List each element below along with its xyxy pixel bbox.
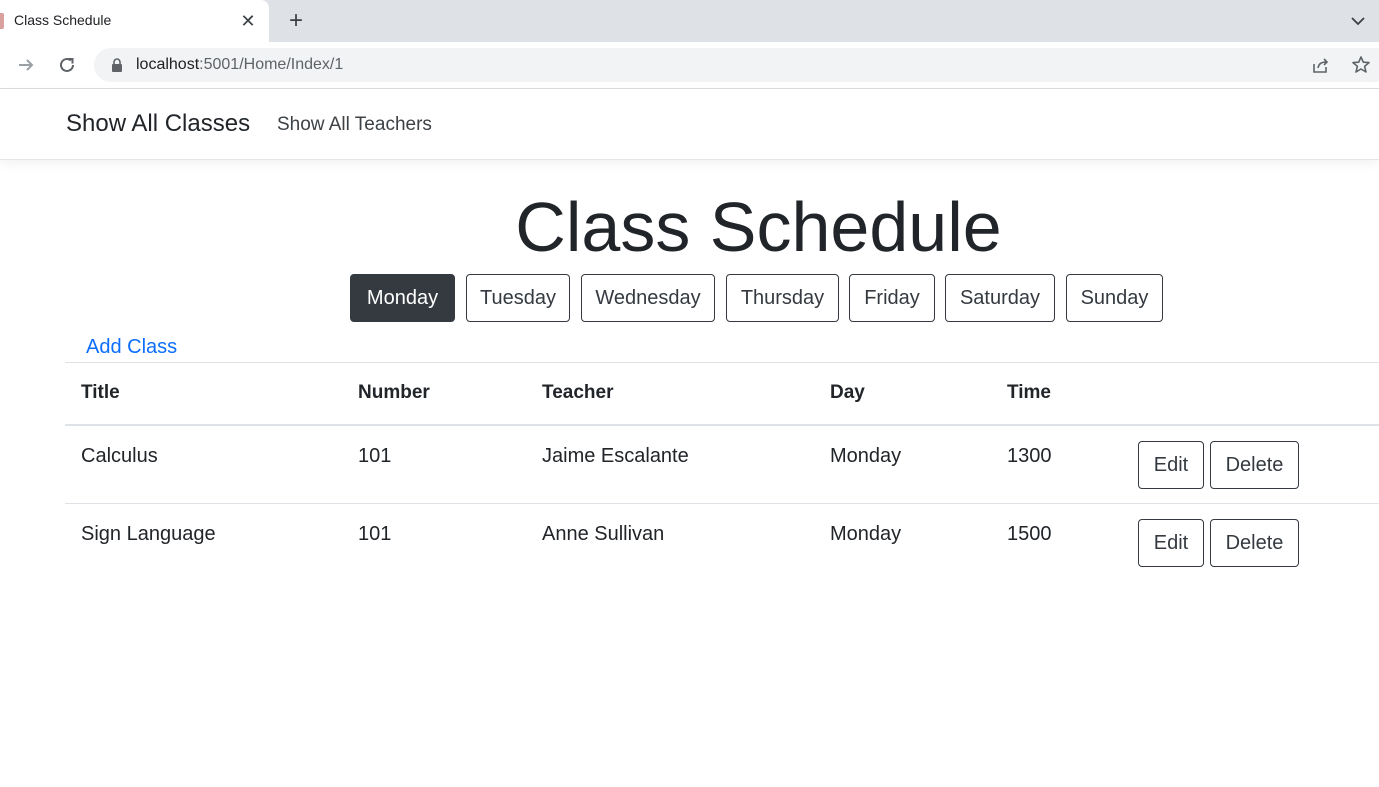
add-class-link[interactable]: Add Class [86,336,177,359]
cell-title: Calculus [81,445,158,467]
cell-time: 1300 [1007,445,1052,467]
cell-day: Monday [830,445,902,467]
site-navbar: Show All Classes Show All Teachers [0,89,1379,160]
tab-title: Class Schedule [14,12,112,28]
bookmark-star-icon[interactable] [1350,54,1372,76]
delete-button[interactable]: Delete [1210,519,1299,567]
browser-toolbar: localhost:5001/Home/Index/1 [0,42,1379,89]
row-divider [65,503,1379,504]
edit-button[interactable]: Edit [1138,519,1204,567]
chevron-down-icon[interactable] [1345,8,1371,34]
header-title: Title [81,382,120,403]
browser-tab-strip: Class Schedule ✕ + [0,0,1379,42]
page-title: Class Schedule [515,188,1002,266]
new-tab-icon[interactable]: + [283,8,309,34]
show-all-teachers-link[interactable]: Show All Teachers [277,114,432,136]
table-top-divider [65,362,1379,363]
cell-number: 101 [358,445,392,467]
reload-icon[interactable] [54,52,80,78]
browser-tab[interactable]: Class Schedule ✕ [0,0,269,42]
header-day: Day [830,382,865,403]
header-number: Number [358,382,430,403]
address-bar[interactable]: localhost:5001/Home/Index/1 [94,48,1379,82]
forward-arrow-icon[interactable] [13,52,39,78]
share-icon[interactable] [1310,54,1332,76]
header-time: Time [1007,382,1052,403]
delete-button[interactable]: Delete [1210,441,1299,489]
cell-number: 101 [358,523,392,545]
day-button-friday[interactable]: Friday [849,274,935,322]
header-teacher: Teacher [542,382,614,403]
cell-day: Monday [830,523,902,545]
header-divider [65,424,1379,426]
url-text: localhost:5001/Home/Index/1 [136,56,343,74]
day-button-tuesday[interactable]: Tuesday [466,274,570,322]
cell-time: 1500 [1007,523,1052,545]
show-all-classes-link[interactable]: Show All Classes [66,110,250,138]
close-tab-icon[interactable]: ✕ [236,9,260,33]
day-button-saturday[interactable]: Saturday [945,274,1055,322]
url-path: :5001/Home/Index/1 [199,56,344,73]
cell-teacher: Anne Sullivan [542,523,665,545]
url-host: localhost [136,56,200,73]
day-button-thursday[interactable]: Thursday [726,274,839,322]
cell-title: Sign Language [81,523,216,545]
day-button-sunday[interactable]: Sunday [1066,274,1163,322]
day-button-monday[interactable]: Monday [350,274,455,322]
cell-teacher: Jaime Escalante [542,445,689,467]
edit-button[interactable]: Edit [1138,441,1204,489]
day-button-wednesday[interactable]: Wednesday [581,274,715,322]
favicon-icon [0,13,4,29]
lock-icon [110,58,124,72]
